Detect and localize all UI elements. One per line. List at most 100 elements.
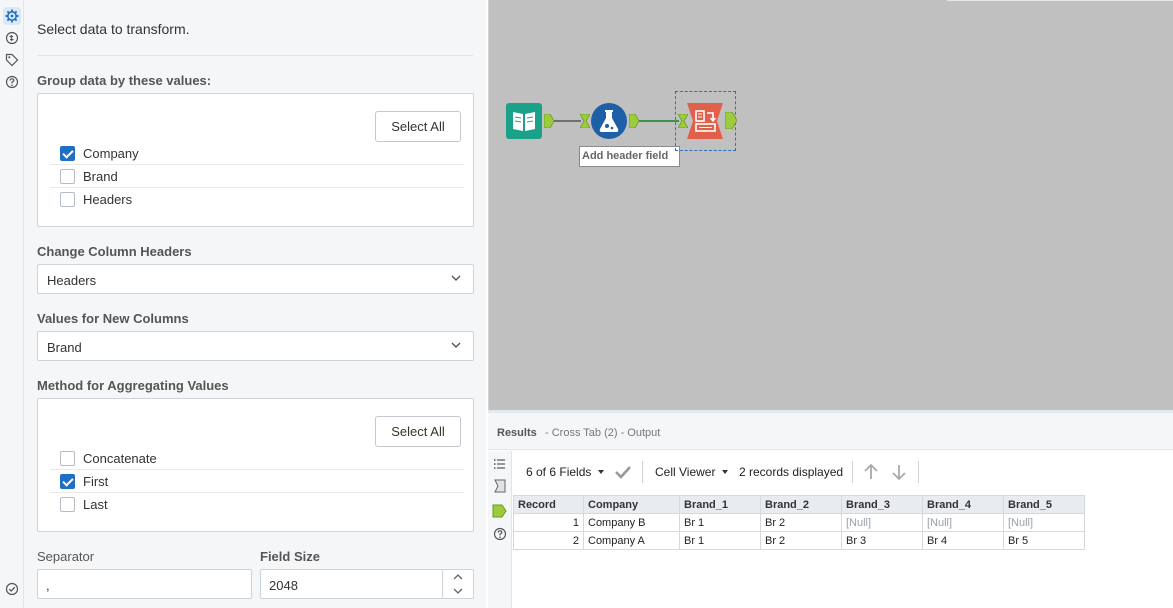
- group-field-company[interactable]: Company: [50, 142, 464, 165]
- config-intro-text: Select data to transform.: [37, 21, 190, 37]
- book-icon: [506, 103, 542, 139]
- checkbox[interactable]: [60, 474, 75, 489]
- output-anchor-icon[interactable]: [492, 503, 508, 519]
- method-select-all-button[interactable]: Select All: [375, 416, 461, 447]
- checkmark-icon[interactable]: [614, 465, 632, 479]
- output-anchor-icon[interactable]: [544, 114, 554, 128]
- table-row[interactable]: 1 Company B Br 1 Br 2 [Null] [Null] [Nul…: [513, 513, 1085, 532]
- table-row[interactable]: 2 Company A Br 1 Br 2 Br 3 Br 4 Br 5: [513, 531, 1085, 550]
- change-headers-select[interactable]: Headers: [37, 264, 474, 294]
- table-cell[interactable]: 2: [513, 531, 584, 550]
- checkbox[interactable]: [60, 192, 75, 207]
- list-icon[interactable]: [493, 457, 507, 471]
- checkbox[interactable]: [60, 451, 75, 466]
- group-field-headers[interactable]: Headers: [50, 188, 464, 211]
- input-anchor-icon[interactable]: [493, 479, 507, 493]
- table-cell[interactable]: Br 5: [1003, 531, 1085, 550]
- results-subtitle: - Cross Tab (2) - Output: [545, 427, 661, 439]
- fields-selector[interactable]: 6 of 6 Fields: [526, 465, 591, 479]
- column-header[interactable]: Record: [513, 495, 584, 514]
- results-icon-rail: [488, 451, 512, 608]
- help-icon[interactable]: [5, 75, 19, 89]
- cell-viewer-selector[interactable]: Cell Viewer: [655, 465, 715, 479]
- group-field-brand[interactable]: Brand: [50, 165, 464, 188]
- group-field-label: Brand: [83, 169, 118, 184]
- table-cell[interactable]: [Null]: [1003, 513, 1085, 532]
- field-size-input[interactable]: 2048: [260, 569, 474, 599]
- column-header[interactable]: Brand_2: [760, 495, 842, 514]
- configuration-panel: Select data to transform. Group data by …: [24, 0, 486, 608]
- workflow-canvas[interactable]: Add header field: [488, 0, 1173, 410]
- caret-down-icon[interactable]: [598, 470, 604, 474]
- table-cell[interactable]: Company B: [583, 513, 680, 532]
- table-cell[interactable]: Br 4: [922, 531, 1004, 550]
- group-by-label: Group data by these values:: [37, 73, 212, 88]
- table-cell[interactable]: [Null]: [841, 513, 923, 532]
- separator-input[interactable]: ,: [37, 569, 252, 599]
- toolbar-separator: [852, 461, 853, 483]
- table-header-row: Record Company Brand_1 Brand_2 Brand_3 B…: [513, 495, 1085, 514]
- separator-label: Separator: [37, 549, 95, 564]
- results-panel: Results - Cross Tab (2) - Output 6 of 6 …: [488, 410, 1173, 608]
- input-anchor-icon[interactable]: [580, 114, 590, 128]
- checkbox[interactable]: [60, 169, 75, 184]
- arrows-circle-icon[interactable]: [5, 31, 19, 45]
- results-header: Results - Cross Tab (2) - Output: [488, 413, 1173, 450]
- group-field-label: Company: [83, 146, 139, 161]
- method-label-text: Concatenate: [83, 451, 157, 466]
- results-table: Record Company Brand_1 Brand_2 Brand_3 B…: [513, 495, 1085, 550]
- column-header[interactable]: Brand_1: [679, 495, 761, 514]
- increment-button[interactable]: [443, 570, 473, 584]
- tool-tooltip: Add header field: [579, 146, 680, 167]
- table-cell[interactable]: Br 2: [760, 531, 842, 550]
- formula-tool[interactable]: [590, 102, 627, 139]
- results-title: Results: [497, 427, 537, 439]
- chevron-down-icon: [453, 588, 463, 594]
- column-header[interactable]: Brand_3: [841, 495, 923, 514]
- help-icon[interactable]: [493, 527, 507, 541]
- connections: [549, 120, 679, 122]
- separator-value: ,: [46, 578, 50, 593]
- table-cell[interactable]: Company A: [583, 531, 680, 550]
- table-cell[interactable]: Br 2: [760, 513, 842, 532]
- chevron-up-icon: [453, 574, 463, 580]
- checkbox[interactable]: [60, 497, 75, 512]
- table-cell[interactable]: Br 1: [679, 513, 761, 532]
- method-last[interactable]: Last: [50, 493, 464, 516]
- method-label-text: First: [83, 474, 109, 489]
- output-anchor-icon[interactable]: [629, 114, 639, 128]
- values-select[interactable]: Brand: [37, 331, 474, 361]
- column-header[interactable]: Company: [583, 495, 680, 514]
- chevron-down-icon: [451, 342, 461, 348]
- check-circle-icon[interactable]: [5, 582, 19, 596]
- values-value: Brand: [47, 340, 82, 355]
- checkbox[interactable]: [60, 146, 75, 161]
- cross-tab-tool[interactable]: [687, 103, 723, 139]
- caret-down-icon[interactable]: [722, 470, 728, 474]
- gear-icon[interactable]: [3, 7, 21, 25]
- toolbar-separator: [918, 461, 919, 483]
- method-label-text: Last: [83, 497, 108, 512]
- arrow-up-icon[interactable]: [863, 463, 879, 481]
- table-cell[interactable]: 1: [513, 513, 584, 532]
- field-size-value: 2048: [269, 578, 298, 593]
- field-size-stepper[interactable]: [442, 570, 473, 598]
- column-header[interactable]: Brand_5: [1003, 495, 1085, 514]
- table-cell[interactable]: [Null]: [922, 513, 1004, 532]
- table-cell[interactable]: Br 1: [679, 531, 761, 550]
- results-toolbar: 6 of 6 Fields Cell Viewer 2 records disp…: [513, 455, 1173, 489]
- decrement-button[interactable]: [443, 584, 473, 598]
- group-select-all-button[interactable]: Select All: [375, 111, 461, 142]
- method-label: Method for Aggregating Values: [37, 378, 229, 393]
- input-data-tool[interactable]: [506, 103, 542, 139]
- chevron-down-icon: [451, 275, 461, 281]
- column-header[interactable]: Brand_4: [922, 495, 1004, 514]
- method-concatenate[interactable]: Concatenate: [50, 447, 464, 470]
- method-first[interactable]: First: [50, 470, 464, 493]
- cross-tab-icon: [687, 103, 723, 139]
- table-cell[interactable]: Br 3: [841, 531, 923, 550]
- tag-icon[interactable]: [5, 53, 19, 67]
- output-anchor-icon[interactable]: [725, 112, 737, 129]
- arrow-down-icon[interactable]: [891, 463, 907, 481]
- change-headers-value: Headers: [47, 273, 97, 288]
